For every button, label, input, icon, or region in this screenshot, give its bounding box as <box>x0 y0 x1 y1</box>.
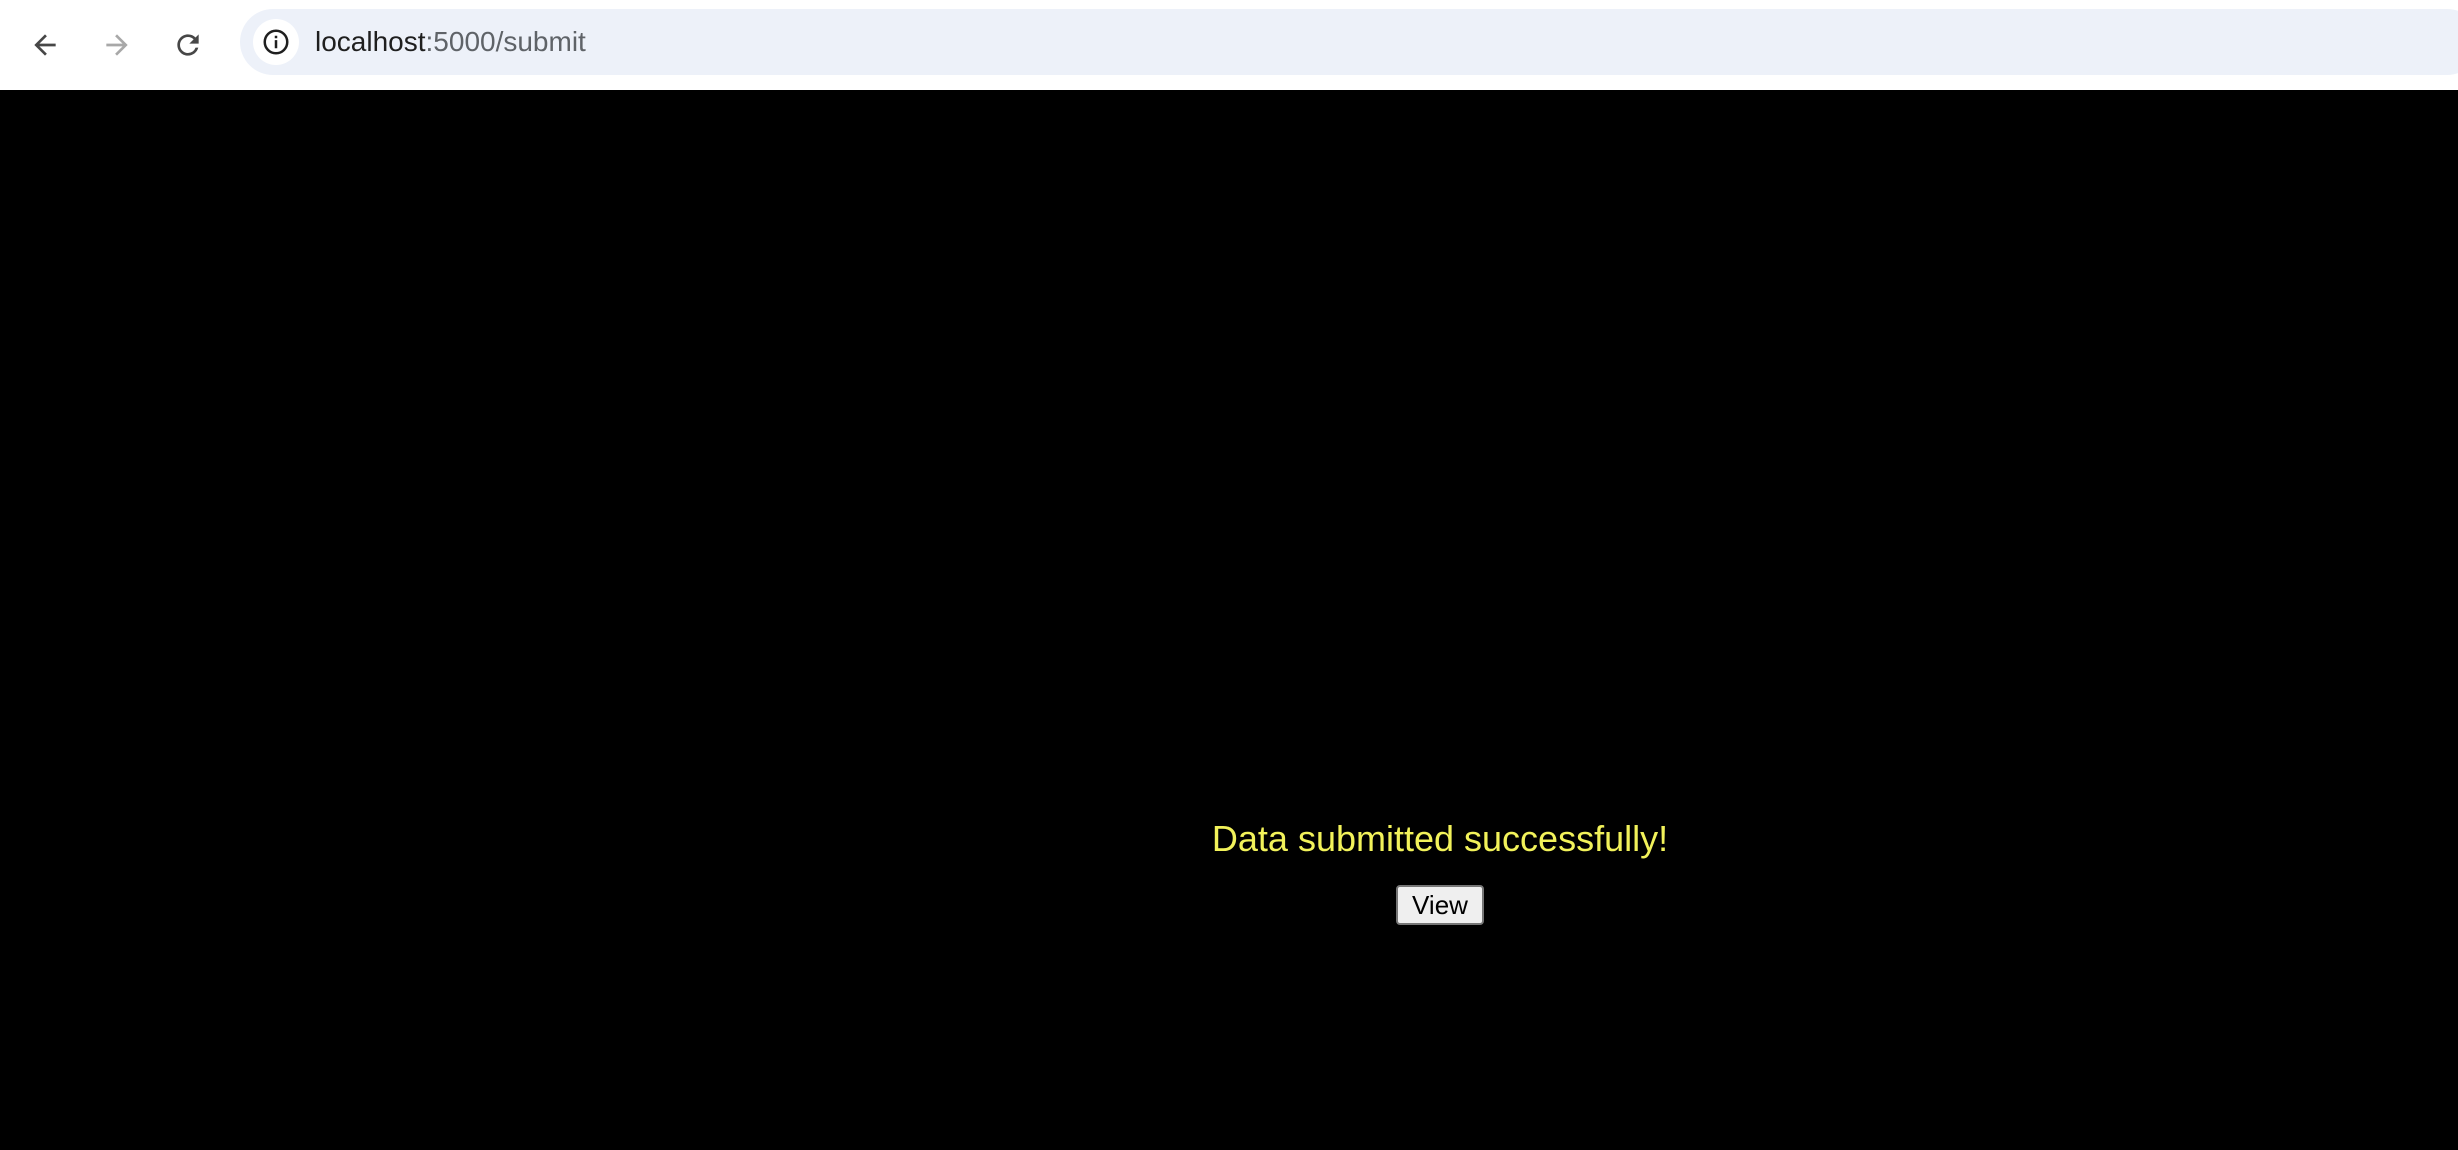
url-host: localhost <box>315 26 426 57</box>
arrow-forward-icon <box>106 34 128 56</box>
browser-toolbar: localhost:5000/submit <box>0 0 2458 90</box>
site-info-button[interactable] <box>253 19 299 65</box>
page-content: Data submitted successfully! View <box>0 90 2458 1150</box>
url-text[interactable]: localhost:5000/submit <box>315 9 586 75</box>
view-button[interactable]: View <box>1396 885 1484 925</box>
reload-icon <box>177 34 199 56</box>
url-path: :5000/submit <box>425 26 586 57</box>
info-icon <box>263 29 289 55</box>
success-message: Data submitted successfully! <box>1211 818 1669 859</box>
arrow-back-icon <box>34 34 56 56</box>
forward-button[interactable] <box>92 20 142 70</box>
reload-button[interactable] <box>163 20 213 70</box>
address-bar[interactable]: localhost:5000/submit <box>240 9 2458 75</box>
back-button[interactable] <box>20 20 70 70</box>
